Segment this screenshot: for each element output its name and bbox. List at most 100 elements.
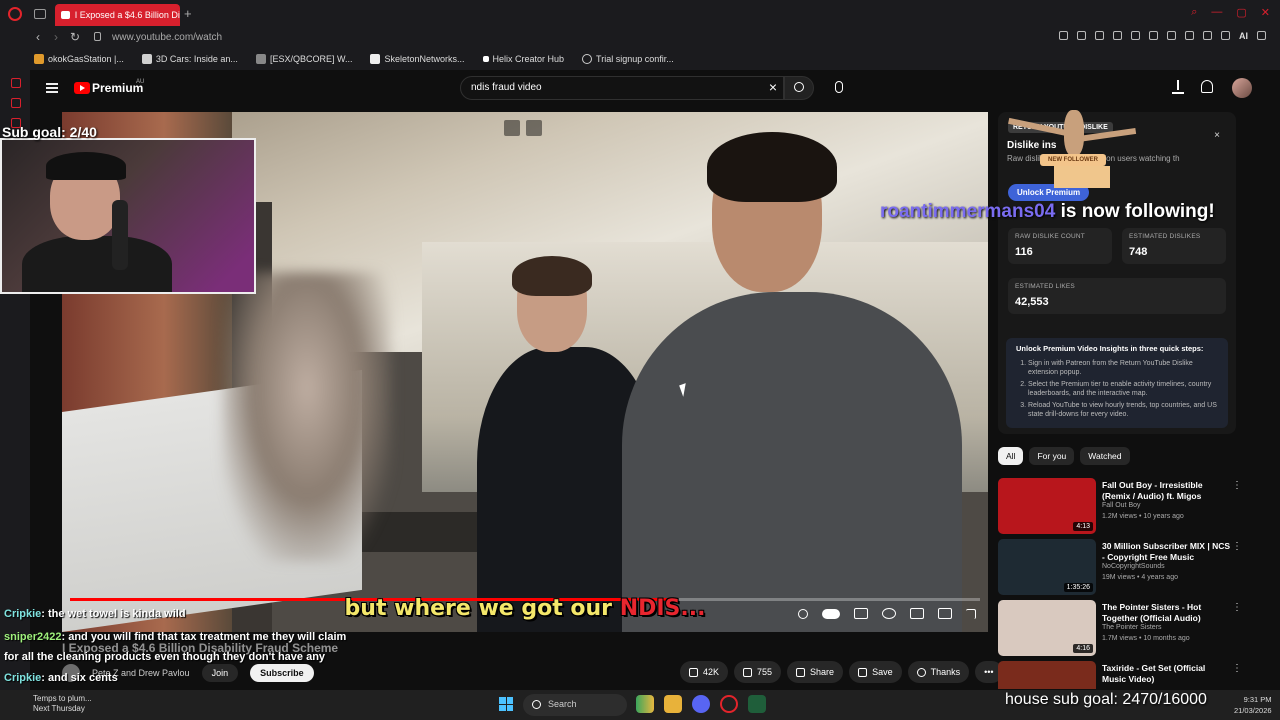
browser-tab-active[interactable]: I Exposed a $4.6 Billion Disab (55, 4, 180, 26)
recommendation-thumbnail[interactable] (998, 661, 1096, 689)
recommendation-item[interactable]: Taxiride - Get Set (Official Music Video… (998, 661, 1242, 689)
fullscreen-icon[interactable] (966, 608, 976, 619)
captions-icon[interactable] (854, 608, 868, 619)
miniplayer-icon[interactable] (504, 120, 520, 136)
file-explorer-icon[interactable] (664, 695, 682, 713)
zoom-icon[interactable] (1059, 31, 1068, 40)
search-button[interactable] (784, 76, 814, 100)
reload-icon[interactable]: ↻ (70, 30, 80, 44)
recommendation-thumbnail[interactable]: 4:13 (998, 478, 1096, 534)
settings-gear-icon[interactable] (882, 608, 896, 619)
recommendation-channel[interactable]: NoCopyrightSounds (1102, 563, 1165, 570)
join-button[interactable]: Join (201, 664, 239, 682)
taskbar-clock[interactable]: 9:31 PM 21/03/2026 (1234, 694, 1272, 716)
bookmark-item[interactable]: Trial signup confir... (582, 54, 674, 64)
heart-icon[interactable] (1149, 31, 1158, 40)
search-tabs-icon[interactable]: ⌕ (1191, 6, 1197, 19)
app-widgets-icon[interactable] (636, 695, 654, 713)
more-icon: ••• (984, 667, 994, 677)
notifications-icon[interactable] (1201, 80, 1213, 93)
bookmark-item[interactable]: [ESX/QBCORE] W... (255, 54, 352, 64)
alert-banner: NEW FOLLOWER (1040, 154, 1106, 166)
download-icon[interactable] (1203, 31, 1212, 40)
bookmark-item[interactable]: okokGasStation |... (34, 54, 124, 64)
follower-text: is now following! (1055, 201, 1215, 222)
taskbar-search-input[interactable]: Search (523, 694, 627, 716)
bookmark-item[interactable]: Helix Creator Hub (482, 54, 564, 64)
hamburger-menu-icon[interactable] (46, 83, 58, 93)
like-button[interactable]: 42K (680, 661, 729, 683)
new-tab-button[interactable]: + (184, 6, 192, 21)
more-options-icon[interactable]: ⋮ (1232, 602, 1242, 613)
recommendation-title[interactable]: The Pointer Sisters - Hot Together (Offi… (1102, 602, 1230, 624)
chat-message: Cripkie: the wet towel is kinda wild (4, 608, 186, 620)
discord-icon[interactable] (692, 695, 710, 713)
sidebar-aria-icon[interactable] (11, 78, 21, 88)
extensions-icon[interactable] (1167, 31, 1176, 40)
maximize-button[interactable]: ▢ (1236, 6, 1246, 19)
snapshot-icon[interactable] (1095, 31, 1104, 40)
close-icon[interactable]: × (1214, 130, 1220, 141)
sidebar-messenger-icon[interactable] (11, 98, 21, 108)
recommendation-thumbnail[interactable]: 4:16 (998, 600, 1096, 656)
play-icon[interactable] (1131, 31, 1140, 40)
chip-all[interactable]: All (998, 447, 1024, 465)
save-button[interactable]: Save (849, 661, 902, 683)
opera-logo-icon[interactable] (8, 7, 22, 21)
bookmark-item[interactable]: 3D Cars: Inside an... (141, 54, 238, 64)
ai-button[interactable]: AI (1239, 31, 1248, 41)
clear-search-icon[interactable]: × (769, 79, 777, 95)
subscribe-button[interactable]: Subscribe (250, 664, 314, 682)
recommendation-item[interactable]: 1:35:26 30 Million Subscriber MIX | NCS … (998, 539, 1242, 595)
more-options-icon[interactable]: ⋮ (1232, 480, 1242, 491)
step-item: Sign in with Patreon from the Return You… (1028, 359, 1218, 377)
share-button[interactable]: Share (787, 661, 844, 683)
follower-name: roantimmermans04 (880, 201, 1056, 222)
avatar[interactable] (1232, 78, 1252, 98)
close-window-button[interactable]: ✕ (1261, 6, 1270, 19)
autoplay-toggle[interactable] (822, 608, 840, 619)
recommendation-title[interactable]: 30 Million Subscriber MIX | NCS - Copyri… (1102, 541, 1230, 563)
recommendation-title[interactable]: Fall Out Boy - Irresistible (Remix / Aud… (1102, 480, 1230, 502)
chip-for-you[interactable]: For you (1029, 447, 1075, 465)
search-input[interactable]: ndis fraud video × (460, 76, 784, 100)
bookmark-icon[interactable] (1077, 31, 1086, 40)
youtube-favicon-icon (61, 11, 70, 19)
recommendation-thumbnail[interactable]: 1:35:26 (998, 539, 1096, 595)
cast-icon[interactable] (938, 608, 952, 619)
search-icon[interactable] (798, 608, 808, 619)
cube-icon[interactable] (1185, 31, 1194, 40)
miniplayer-icon[interactable] (910, 608, 924, 619)
recommendation-channel[interactable]: Fall Out Boy (1102, 502, 1141, 509)
upload-icon[interactable] (1172, 80, 1184, 94)
opera-icon[interactable] (720, 695, 738, 713)
youtube-logo-icon[interactable] (74, 82, 90, 94)
recommendation-item[interactable]: 4:13 Fall Out Boy - Irresistible (Remix … (998, 478, 1242, 534)
bookmark-favicon-icon (255, 54, 266, 64)
recommendation-title[interactable]: Taxiride - Get Set (Official Music Video… (1102, 663, 1230, 685)
caption-text: but where we got our (344, 596, 620, 621)
terminal-icon[interactable] (748, 695, 766, 713)
tab-switcher-icon[interactable] (34, 9, 46, 19)
back-icon[interactable]: ‹ (36, 30, 40, 44)
voice-search-icon[interactable] (826, 76, 850, 100)
chip-watched[interactable]: Watched (1080, 447, 1130, 465)
windows-start-icon[interactable] (499, 697, 513, 711)
follower-alert: roantimmermans04 is now following! (880, 201, 1215, 223)
minimize-button[interactable]: — (1211, 6, 1222, 19)
thanks-button[interactable]: Thanks (907, 661, 970, 683)
more-options-icon[interactable]: ⋮ (1232, 541, 1242, 552)
weather-widget[interactable]: Temps to plum... Next Thursday (33, 694, 92, 714)
recommendation-channel[interactable]: The Pointer Sisters (1102, 624, 1162, 631)
url-field[interactable]: www.youtube.com/watch (112, 32, 222, 43)
recommendation-item[interactable]: 4:16 The Pointer Sisters - Hot Together … (998, 600, 1242, 656)
easy-setup-icon[interactable] (1221, 31, 1230, 40)
steps-list: Sign in with Patreon from the Return You… (1016, 359, 1218, 419)
bookmark-item[interactable]: SkeletonNetworks... (370, 54, 465, 64)
pip-icon[interactable] (1113, 31, 1122, 40)
more-options-icon[interactable]: ⋮ (1232, 663, 1242, 674)
forward-icon[interactable]: › (54, 30, 58, 44)
next-icon[interactable] (526, 120, 542, 136)
dislike-button[interactable]: 755 (734, 661, 782, 683)
menu-icon[interactable] (1257, 31, 1266, 40)
